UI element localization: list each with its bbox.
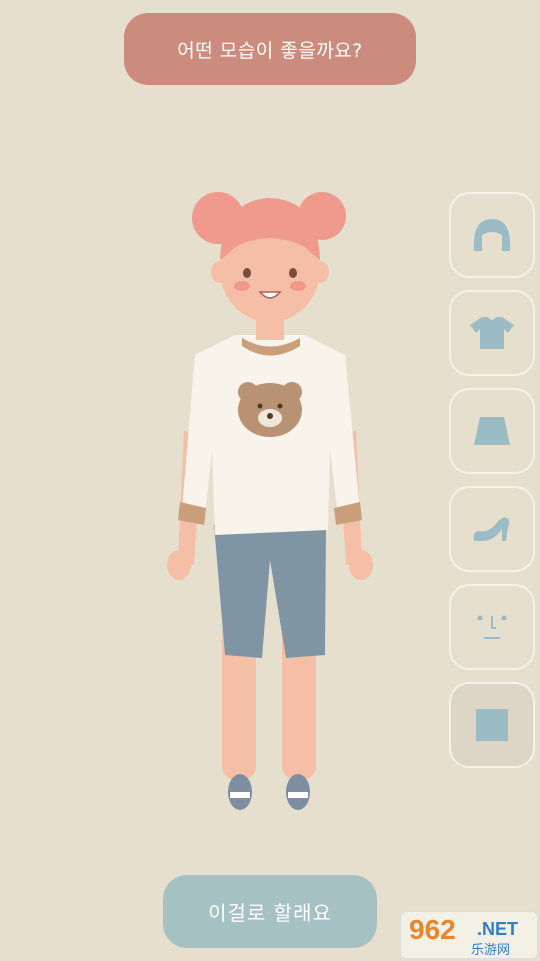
shoe-icon: [473, 517, 510, 541]
prompt-banner: 어떤 모습이 좋을까요?: [124, 13, 416, 85]
face-icon: [477, 615, 507, 639]
hair-category-button[interactable]: [449, 192, 535, 278]
confirm-button[interactable]: 이걸로 할래요: [163, 875, 377, 948]
background-category-button[interactable]: [449, 682, 535, 768]
background-square-icon: [476, 709, 508, 741]
top-category-button[interactable]: [449, 290, 535, 376]
bottom-category-button[interactable]: [449, 388, 535, 474]
character-avatar: [167, 192, 373, 810]
shoes-category-button[interactable]: [449, 486, 535, 572]
skirt-icon: [474, 417, 510, 445]
hair-icon: [473, 219, 511, 251]
confirm-button-label: 이걸로 할래요: [208, 901, 332, 925]
watermark-site: 乐游网: [471, 943, 511, 958]
watermark-suffix: .NET: [477, 919, 519, 939]
watermark-number: 962: [409, 914, 456, 945]
prompt-text: 어떤 모습이 좋을까요?: [177, 39, 363, 62]
top-shirt-icon: [470, 317, 514, 349]
face-category-button[interactable]: [449, 584, 535, 670]
watermark-logo: 962 .NET 乐游网: [400, 911, 538, 959]
